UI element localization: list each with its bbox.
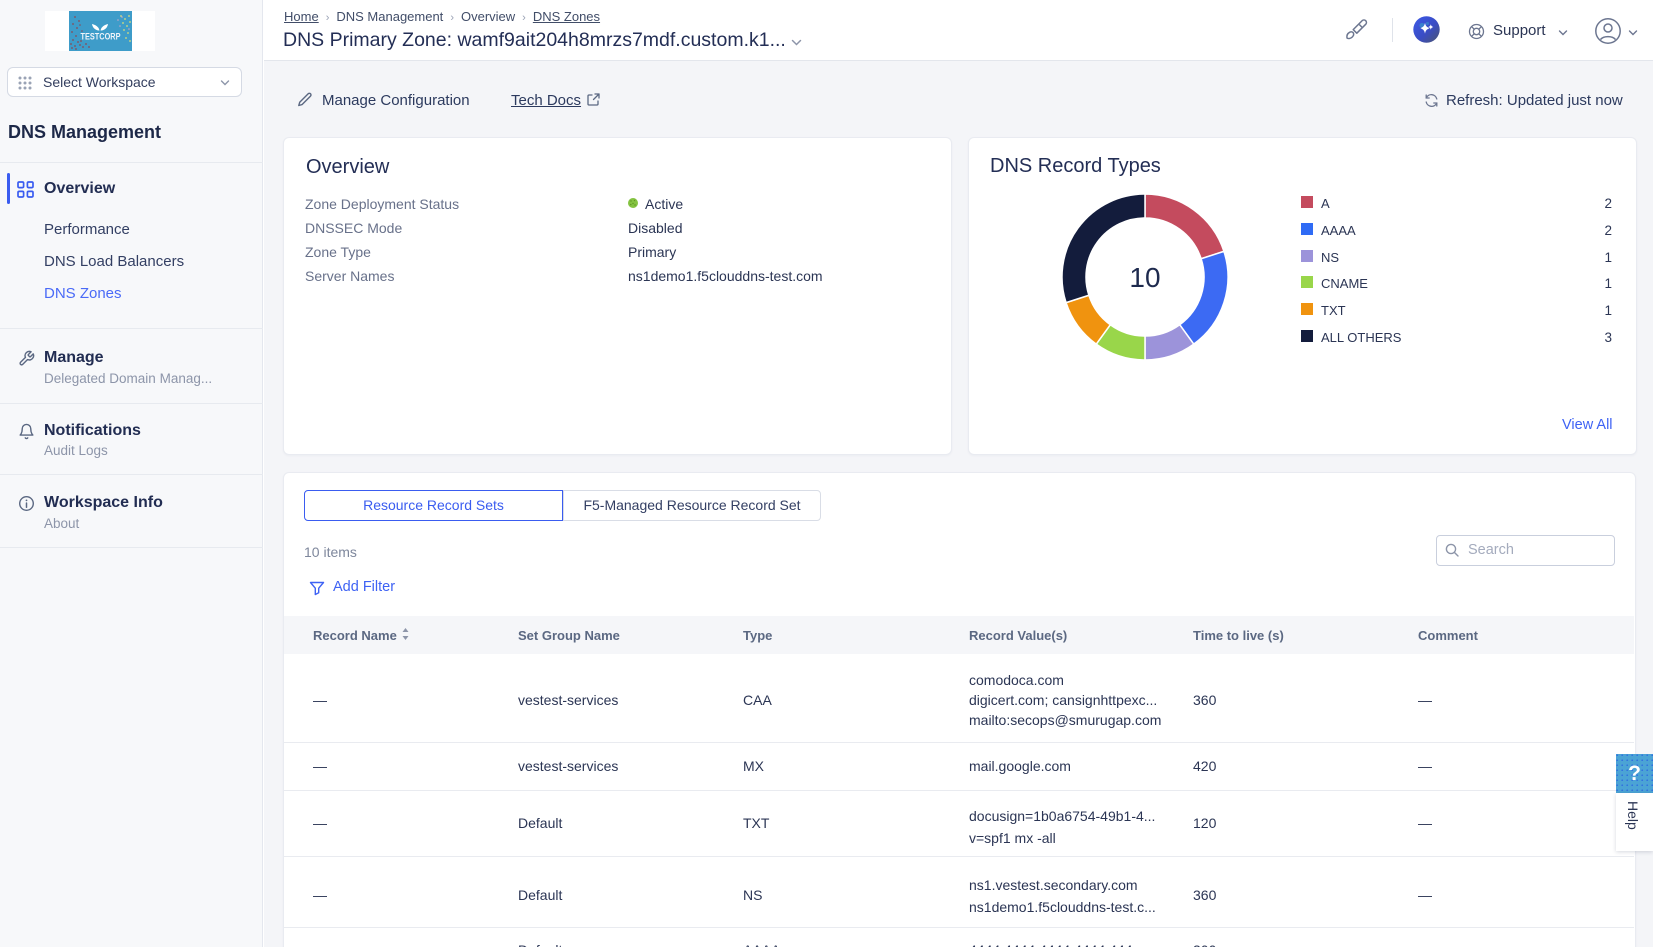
svg-text:10: 10 [1129, 262, 1160, 293]
svg-text:TESTCORP: TESTCORP [81, 32, 121, 42]
